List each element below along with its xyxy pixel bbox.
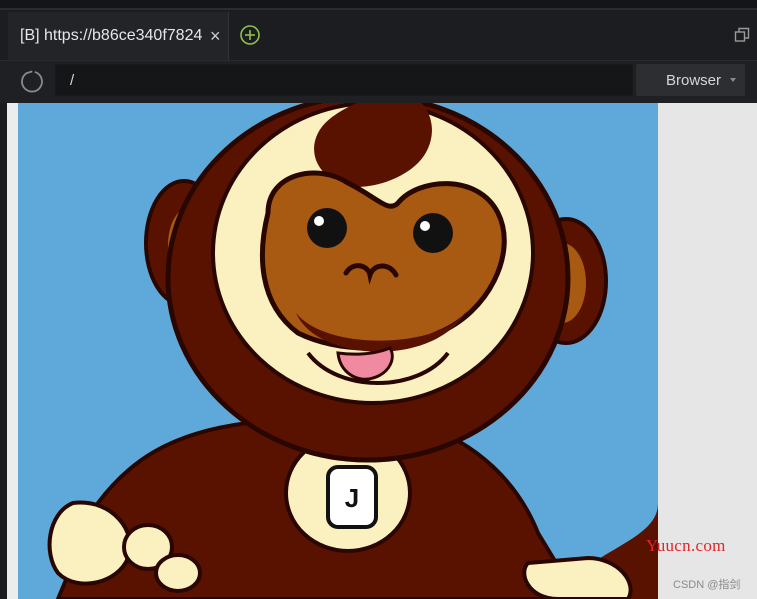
watermark-credit: CSDN @指剑	[673, 579, 741, 591]
window-top-strip	[0, 0, 757, 10]
browser-select[interactable]: Browser	[636, 64, 745, 96]
address-input[interactable]	[55, 64, 633, 96]
restore-window-icon[interactable]	[734, 27, 750, 43]
page-viewport: J	[7, 103, 757, 599]
tab-label: [B] https://b86ce340f7824	[20, 27, 203, 44]
reload-icon[interactable]	[19, 68, 45, 94]
viewport-edge	[7, 103, 18, 599]
badge-glyph: J	[345, 483, 359, 513]
new-tab-icon[interactable]	[239, 24, 261, 46]
monkey-illustration: J	[18, 103, 658, 599]
watermark-brand: Yuucn.com	[646, 536, 726, 555]
tab-active[interactable]: [B] https://b86ce340f7824 ×	[8, 12, 229, 60]
browser-select-label: Browser	[665, 71, 721, 89]
close-tab-icon[interactable]: ×	[210, 27, 221, 45]
tab-bar: [B] https://b86ce340f7824 ×	[0, 10, 757, 61]
navigation-bar: Browser	[0, 61, 757, 103]
chevron-down-icon	[730, 78, 736, 82]
monkey-image: J	[18, 103, 658, 599]
